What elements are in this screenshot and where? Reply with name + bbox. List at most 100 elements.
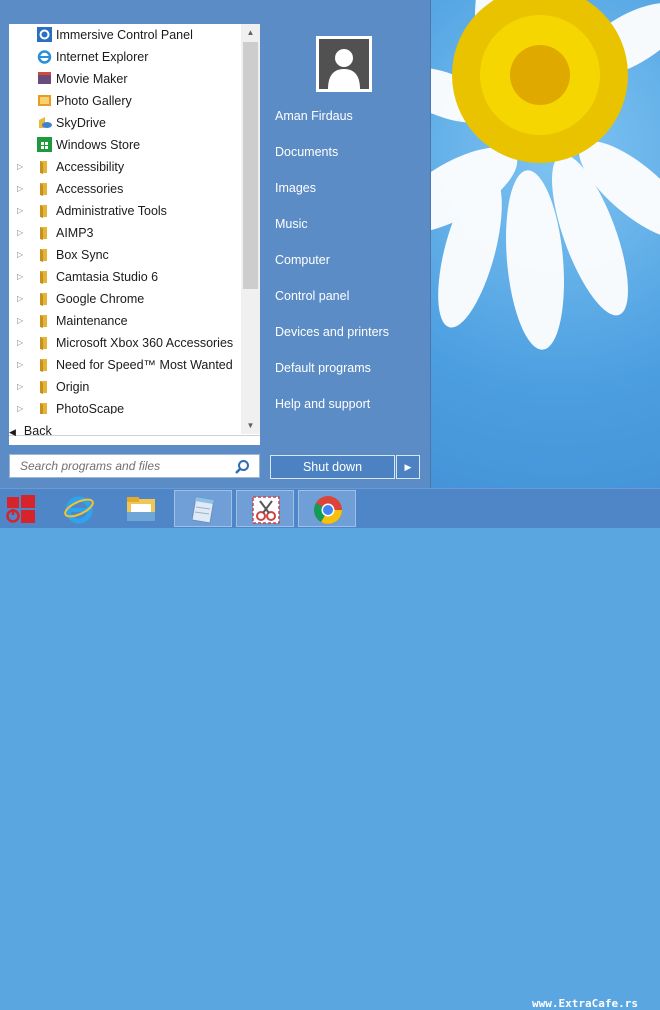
program-label: Camtasia Studio 6 (56, 270, 159, 284)
expand-arrow-icon[interactable]: ▷ (17, 200, 25, 222)
skydrive-icon (37, 115, 52, 130)
music-link[interactable]: Music (275, 217, 308, 231)
watermark-text: www.ExtraCafe.rs (532, 997, 638, 1010)
expand-arrow-icon[interactable]: ▷ (17, 354, 25, 376)
program-folder-need-for-speed[interactable]: ▷ Need for Speed™ Most Wanted (9, 354, 241, 376)
program-folder-origin[interactable]: ▷ Origin (9, 376, 241, 398)
user-avatar[interactable] (316, 36, 372, 92)
program-folder-maintenance[interactable]: ▷ Maintenance (9, 310, 241, 332)
program-folder-administrative-tools[interactable]: ▷ Administrative Tools (9, 200, 241, 222)
expand-arrow-icon[interactable]: ▷ (17, 398, 25, 414)
taskbar-snipping-tool[interactable] (236, 490, 294, 527)
user-name-link[interactable]: Aman Firdaus (275, 109, 353, 123)
program-label: Box Sync (56, 248, 109, 262)
expand-arrow-icon[interactable]: ▷ (17, 244, 25, 266)
expand-arrow-icon[interactable]: ▷ (17, 288, 25, 310)
program-label: Immersive Control Panel (56, 28, 193, 42)
scroll-down-arrow-icon[interactable]: ▼ (241, 417, 260, 434)
program-label: Accessibility (56, 160, 125, 174)
program-label: AIMP3 (56, 226, 94, 240)
user-silhouette-icon (328, 49, 360, 89)
program-folder-aimp3[interactable]: ▷ AIMP3 (9, 222, 241, 244)
shutdown-button[interactable]: Shut down (270, 455, 395, 479)
folder-icon (37, 313, 52, 328)
folder-icon (37, 269, 52, 284)
shutdown-options-arrow-icon[interactable]: ▶ (396, 455, 420, 479)
scroll-up-arrow-icon[interactable]: ▲ (241, 24, 260, 41)
folder-icon (37, 203, 52, 218)
notepad-icon (191, 496, 215, 524)
program-label: Microsoft Xbox 360 Accessories (56, 336, 234, 350)
taskbar-google-chrome[interactable] (298, 490, 356, 527)
folder-icon (37, 225, 52, 240)
expand-arrow-icon[interactable]: ▷ (17, 222, 25, 244)
program-label: Origin (56, 380, 90, 394)
images-link[interactable]: Images (275, 181, 316, 195)
expand-arrow-icon[interactable]: ▷ (17, 178, 25, 200)
search-box[interactable] (9, 454, 260, 478)
expand-arrow-icon[interactable]: ▷ (17, 332, 25, 354)
start-menu: Immersive Control Panel Internet Explore… (0, 0, 431, 488)
devices-and-printers-link[interactable]: Devices and printers (275, 325, 389, 339)
taskbar-internet-explorer[interactable] (50, 490, 108, 527)
chrome-icon (314, 496, 342, 524)
expand-arrow-icon[interactable]: ▷ (17, 310, 25, 332)
folder-icon (37, 159, 52, 174)
program-folder-xbox-accessories[interactable]: ▷ Microsoft Xbox 360 Accessories (9, 332, 241, 354)
back-button[interactable]: ◀ Back (9, 420, 52, 442)
taskbar: www.ExtraCafe.rs (0, 488, 660, 1010)
program-scroll-area[interactable]: Immersive Control Panel Internet Explore… (9, 24, 241, 414)
folder-icon (37, 335, 52, 350)
program-label: Movie Maker (56, 72, 128, 86)
back-arrow-icon: ◀ (9, 427, 16, 437)
documents-link[interactable]: Documents (275, 145, 338, 159)
folder-icon (37, 291, 52, 306)
expand-arrow-icon[interactable]: ▷ (17, 376, 25, 398)
ie-icon (64, 496, 94, 524)
computer-link[interactable]: Computer (275, 253, 330, 267)
program-item-immersive-control-panel[interactable]: Immersive Control Panel (9, 24, 241, 46)
program-list-scrollbar[interactable]: ▲ ▼ (241, 24, 260, 434)
program-folder-google-chrome[interactable]: ▷ Google Chrome (9, 288, 241, 310)
taskbar-file-explorer[interactable] (112, 490, 170, 527)
start-icon (6, 495, 35, 523)
folder-icon (37, 181, 52, 196)
program-folder-accessibility[interactable]: ▷ Accessibility (9, 156, 241, 178)
program-folder-box-sync[interactable]: ▷ Box Sync (9, 244, 241, 266)
program-label: Windows Store (56, 138, 141, 152)
program-folder-photoscape[interactable]: ▷ PhotoScape (9, 398, 241, 414)
program-item-skydrive[interactable]: SkyDrive (9, 112, 241, 134)
back-label: Back (23, 424, 52, 438)
help-and-support-link[interactable]: Help and support (275, 397, 370, 411)
program-label: Administrative Tools (56, 204, 167, 218)
folder-icon (37, 247, 52, 262)
taskbar-notepad[interactable] (174, 490, 232, 527)
default-programs-link[interactable]: Default programs (275, 361, 371, 375)
folder-icon (37, 401, 52, 414)
gear-icon (37, 27, 52, 42)
program-label: Need for Speed™ Most Wanted (56, 358, 233, 372)
ie-icon (37, 49, 52, 64)
search-input[interactable] (20, 455, 225, 477)
program-label: Accessories (56, 182, 124, 196)
photo-gallery-icon (37, 93, 52, 108)
program-folder-accessories[interactable]: ▷ Accessories (9, 178, 241, 200)
program-item-windows-store[interactable]: Windows Store (9, 134, 241, 156)
file-explorer-icon (127, 497, 155, 521)
search-icon[interactable] (234, 459, 250, 475)
snipping-tool-icon (252, 496, 280, 524)
program-label: PhotoScape (56, 402, 125, 414)
program-folder-camtasia-studio[interactable]: ▷ Camtasia Studio 6 (9, 266, 241, 288)
program-label: Photo Gallery (56, 94, 132, 108)
program-item-internet-explorer[interactable]: Internet Explorer (9, 46, 241, 68)
expand-arrow-icon[interactable]: ▷ (17, 156, 25, 178)
program-label: SkyDrive (56, 116, 107, 130)
program-item-photo-gallery[interactable]: Photo Gallery (9, 90, 241, 112)
control-panel-link[interactable]: Control panel (275, 289, 349, 303)
program-item-movie-maker[interactable]: Movie Maker (9, 68, 241, 90)
program-label: Google Chrome (56, 292, 145, 306)
program-label: Internet Explorer (56, 50, 149, 64)
expand-arrow-icon[interactable]: ▷ (17, 266, 25, 288)
program-list: Immersive Control Panel Internet Explore… (9, 24, 260, 445)
scrollbar-thumb[interactable] (243, 42, 258, 289)
